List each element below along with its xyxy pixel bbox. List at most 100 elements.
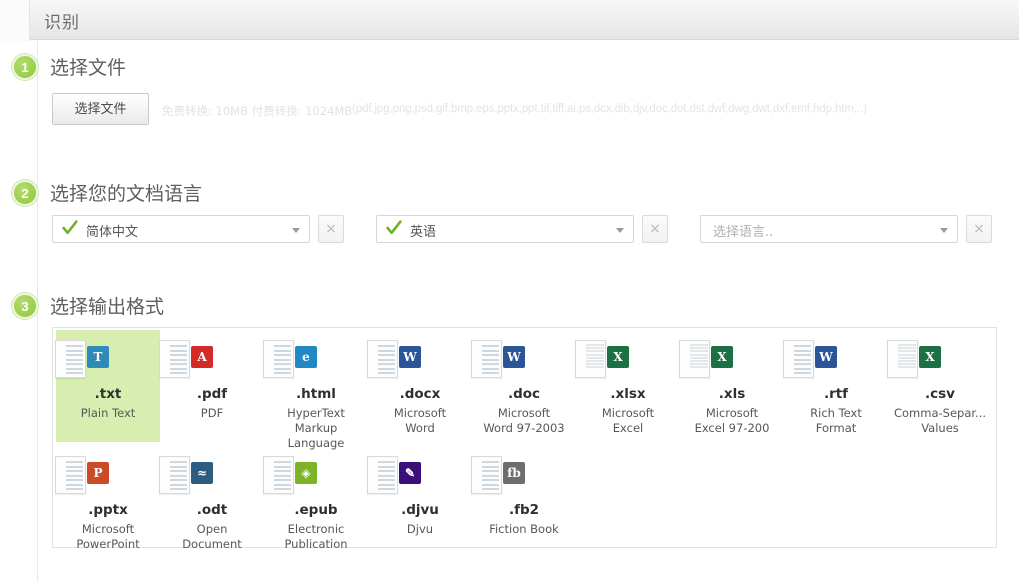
format-icon-wrap: ✎ [398, 454, 442, 498]
format-description-label: MicrosoftExcel [576, 406, 680, 436]
format-tile-epub[interactable]: ◈ .epub ElectronicPublication [264, 446, 368, 558]
doc-text-lines [482, 345, 499, 377]
format-extension-label: .djvu [368, 502, 472, 518]
doc-text-lines [274, 345, 291, 377]
format-tile-pdf[interactable]: A .pdf PDF [160, 330, 264, 442]
doc-text-lines [66, 345, 83, 377]
doc-type-badge: P [87, 462, 109, 484]
format-extension-label: .html [264, 386, 368, 402]
format-tile-csv[interactable]: X .csv Comma-Separ...Values [888, 330, 992, 442]
format-description-label: Djvu [368, 522, 472, 537]
format-extension-label: .pdf [160, 386, 264, 402]
format-extension-label: .csv [888, 386, 992, 402]
sheet-grid-lines [586, 344, 604, 370]
format-tile-fb2[interactable]: fb .fb2 Fiction Book [472, 446, 576, 558]
step-3-badge: 3 [12, 293, 38, 319]
doc-type-badge: ✎ [399, 462, 421, 484]
format-extension-label: .doc [472, 386, 576, 402]
content-divider-line [37, 41, 38, 582]
format-description-label: OpenDocument [160, 522, 264, 552]
doc-type-badge: A [191, 346, 213, 368]
step-2-title: 选择您的文档语言 [50, 179, 202, 206]
size-limits-note: 免费转换: 10MB 付费转换: 1024MB [162, 103, 352, 119]
format-description-label: ElectronicPublication [264, 522, 368, 552]
format-description-label: Fiction Book [472, 522, 576, 537]
chevron-down-icon[interactable] [940, 228, 948, 233]
check-icon [386, 220, 402, 238]
language-select-2[interactable]: 英语 [376, 215, 634, 243]
doc-text-lines [378, 461, 395, 493]
sheet-grid-lines [898, 344, 916, 370]
format-description-label: MicrosoftWord 97-2003 [472, 406, 576, 436]
format-icon-wrap: W [398, 338, 442, 382]
doc-type-badge: e [295, 346, 317, 368]
doc-type-badge: X [607, 346, 629, 368]
format-extension-label: .epub [264, 502, 368, 518]
doc-type-badge: W [815, 346, 837, 368]
format-description-label: PDF [160, 406, 264, 421]
app-header: 识别 [0, 0, 1019, 40]
format-icon-wrap: T [86, 338, 130, 382]
format-icon-wrap: P [86, 454, 130, 498]
doc-text-lines [482, 461, 499, 493]
doc-text-lines [66, 461, 83, 493]
format-icon-wrap: W [814, 338, 858, 382]
format-tile-html[interactable]: e.htmlHyperText MarkupLanguage [264, 330, 368, 442]
doc-type-badge: W [503, 346, 525, 368]
step-1-badge: 1 [12, 54, 38, 80]
language-select-value-2: 英语 [410, 221, 436, 240]
format-icon-wrap: fb [502, 454, 546, 498]
format-tile-xls[interactable]: X .xls MicrosoftExcel 97-200 [680, 330, 784, 442]
clear-language-button-1[interactable]: × [318, 215, 344, 243]
doc-text-lines [170, 345, 187, 377]
format-tile-rtf[interactable]: W .rtf Rich TextFormat [784, 330, 888, 442]
format-tile-pptx[interactable]: P.pptxMicrosoftPowerPoint [56, 446, 160, 558]
doc-type-badge: T [87, 346, 109, 368]
doc-type-badge: fb [503, 462, 525, 484]
check-icon [62, 220, 78, 238]
doc-type-badge: W [399, 346, 421, 368]
format-extension-label: .odt [160, 502, 264, 518]
format-description-label: MicrosoftExcel 97-200 [680, 406, 784, 436]
doc-text-lines [274, 461, 291, 493]
chevron-down-icon[interactable] [616, 228, 624, 233]
format-tile-djvu[interactable]: ✎ .djvu Djvu [368, 446, 472, 558]
format-description-label: MicrosoftPowerPoint [56, 522, 160, 552]
supported-extensions-note: (pdf,jpg,png,psd,gif,bmp,eps,pptx,ppt,ti… [352, 103, 867, 115]
step-3-title: 选择输出格式 [50, 292, 164, 319]
format-icon-wrap: X [710, 338, 754, 382]
sheet-grid-lines [690, 344, 708, 370]
format-tile-odt[interactable]: ≈ .odt OpenDocument [160, 446, 264, 558]
chevron-down-icon[interactable] [292, 228, 300, 233]
format-description-label: HyperText MarkupLanguage [264, 406, 368, 451]
format-icon-wrap: ◈ [294, 454, 338, 498]
format-extension-label: .xlsx [576, 386, 680, 402]
format-extension-label: .fb2 [472, 502, 576, 518]
doc-type-badge: X [711, 346, 733, 368]
format-tile-xlsx[interactable]: X .xlsx MicrosoftExcel [576, 330, 680, 442]
format-description-label: Rich TextFormat [784, 406, 888, 436]
format-tile-txt[interactable]: T.txtPlain Text [56, 330, 160, 442]
doc-type-badge: ◈ [295, 462, 317, 484]
clear-language-button-3[interactable]: × [966, 215, 992, 243]
language-select-value-1: 简体中文 [86, 221, 138, 240]
format-icon-wrap: e [294, 338, 338, 382]
format-icon-wrap: X [918, 338, 962, 382]
format-icon-wrap: A [190, 338, 234, 382]
language-select-1[interactable]: 简体中文 [52, 215, 310, 243]
language-select-value-3: 选择语言.. [713, 221, 773, 240]
doc-type-badge: X [919, 346, 941, 368]
format-description-label: MicrosoftWord [368, 406, 472, 436]
language-select-3[interactable]: 选择语言.. [700, 215, 958, 243]
format-description-label: Comma-Separ...Values [888, 406, 992, 436]
format-description-label: Plain Text [56, 406, 160, 421]
doc-type-badge: ≈ [191, 462, 213, 484]
format-tile-docx[interactable]: W.docxMicrosoftWord [368, 330, 472, 442]
choose-file-button[interactable]: 选择文件 [52, 93, 149, 125]
header-left-rail [0, 0, 30, 41]
format-tile-doc[interactable]: W .doc MicrosoftWord 97-2003 [472, 330, 576, 442]
format-extension-label: .rtf [784, 386, 888, 402]
format-extension-label: .xls [680, 386, 784, 402]
clear-language-button-2[interactable]: × [642, 215, 668, 243]
doc-text-lines [378, 345, 395, 377]
